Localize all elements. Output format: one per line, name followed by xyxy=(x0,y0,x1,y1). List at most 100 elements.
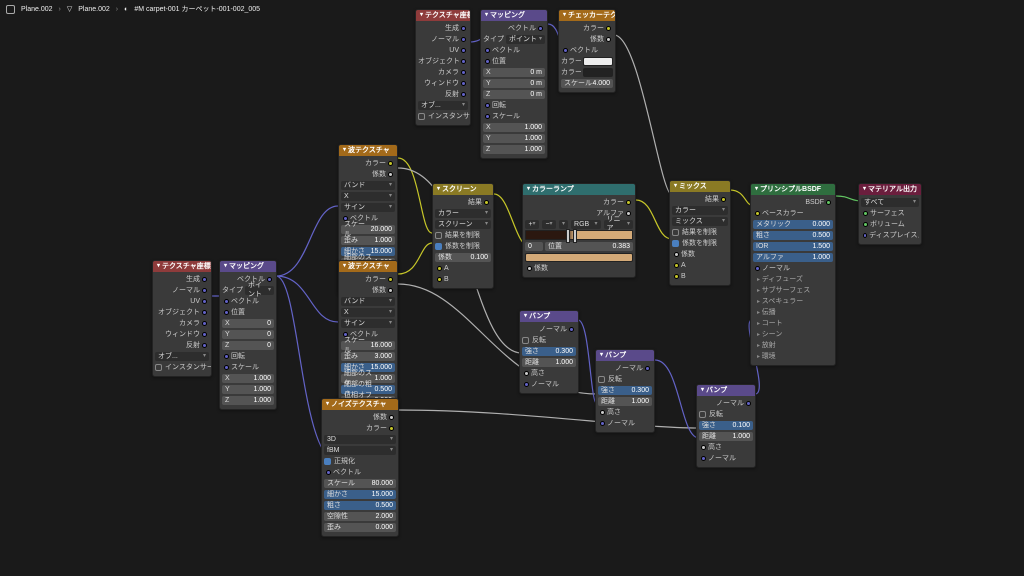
out-normal[interactable]: ノーマル xyxy=(716,398,744,408)
node-header[interactable]: カラーランプ xyxy=(523,184,635,195)
node-header[interactable]: チェッカーテクスチャ xyxy=(559,10,615,21)
ramp-pos[interactable]: 位置0.383 xyxy=(545,242,633,251)
out-color[interactable]: カラー xyxy=(603,197,624,207)
node-header[interactable]: テクスチャ座標 xyxy=(416,10,470,21)
checker-scale[interactable]: スケール4.000 xyxy=(561,79,613,88)
out-color[interactable]: カラー xyxy=(366,423,387,433)
mapping-type[interactable]: ポイント xyxy=(506,35,545,44)
out-camera[interactable]: カメラ xyxy=(179,318,200,328)
fold-emission[interactable]: 放射 xyxy=(753,340,833,350)
scale-x[interactable]: X1.000 xyxy=(483,123,545,132)
loc-y[interactable]: Y0 m xyxy=(483,79,545,88)
out-reflection[interactable]: 反射 xyxy=(445,89,459,99)
node-header[interactable]: 波テクスチャ xyxy=(339,261,397,272)
node-wave-2[interactable]: 波テクスチャ カラー 係数 バンド X サイン ベクトル スケール16.000 … xyxy=(338,260,398,410)
mix-factor[interactable]: 係数0.100 xyxy=(435,253,491,262)
wave-type[interactable]: バンド xyxy=(341,297,395,306)
node-bump-1[interactable]: バンプ ノーマル 反転 強さ0.300 距離1.000 高さ ノーマル xyxy=(519,310,579,394)
node-header[interactable]: プリンシプルBSDF xyxy=(751,184,835,195)
out-color[interactable]: カラー xyxy=(365,158,386,168)
node-header[interactable]: バンプ xyxy=(596,350,654,361)
node-header[interactable]: 波テクスチャ xyxy=(339,145,397,156)
bump-distance[interactable]: 距離1.000 xyxy=(598,397,652,406)
clamp-factor[interactable]: 係数を制限 xyxy=(672,238,717,248)
noise-type[interactable]: fBM xyxy=(324,446,396,455)
in-normal[interactable]: ノーマル xyxy=(708,453,736,463)
bsdf-ior[interactable]: IOR1.500 xyxy=(753,242,833,251)
ramp-color-swatch[interactable] xyxy=(525,253,633,262)
in-a[interactable]: A xyxy=(444,265,449,272)
in-vector[interactable]: ベクトル xyxy=(492,45,520,55)
from-instancer-check[interactable]: インスタンサーから xyxy=(418,111,471,121)
out-normal[interactable]: ノーマル xyxy=(539,324,567,334)
bump-strength[interactable]: 強さ0.300 xyxy=(522,347,576,356)
in-normal[interactable]: ノーマル xyxy=(607,418,635,428)
bump-distance[interactable]: 距離1.000 xyxy=(699,432,753,441)
out-window[interactable]: ウィンドウ xyxy=(424,78,459,88)
noise-rough[interactable]: 粗さ0.500 xyxy=(324,501,396,510)
out-vector[interactable]: ベクトル xyxy=(508,23,536,33)
output-target[interactable]: すべて xyxy=(861,198,919,207)
ramp-interp[interactable]: リニア xyxy=(604,220,634,229)
ramp-menu[interactable] xyxy=(559,220,568,229)
fold-diffuse[interactable]: ディフューズ xyxy=(753,274,833,284)
bump-strength[interactable]: 強さ0.300 xyxy=(598,386,652,395)
color2-swatch[interactable] xyxy=(583,68,613,77)
clamp-factor[interactable]: 係数を制限 xyxy=(435,241,480,251)
node-mix[interactable]: ミックス 結果 カラー ミックス 結果を制限 係数を制限 係数 A B xyxy=(669,180,731,286)
out-uv[interactable]: UV xyxy=(190,298,200,305)
node-header[interactable]: マッピング xyxy=(481,10,547,21)
mix-datatype[interactable]: カラー xyxy=(435,209,491,218)
node-header[interactable]: バンプ xyxy=(697,385,755,396)
loc-y[interactable]: Y0 xyxy=(222,330,274,339)
wave-profile[interactable]: サイン xyxy=(341,319,395,328)
out-window[interactable]: ウィンドウ xyxy=(165,329,200,339)
color1-swatch[interactable] xyxy=(583,57,613,66)
blend-mode[interactable]: スクリーン xyxy=(435,220,491,229)
bump-invert[interactable]: 反転 xyxy=(522,335,546,345)
out-bsdf[interactable]: BSDF xyxy=(805,199,824,206)
out-fac[interactable]: 係数 xyxy=(372,169,386,179)
in-basecolor[interactable]: ベースカラー xyxy=(762,208,804,218)
wave-profile[interactable]: サイン xyxy=(341,203,395,212)
node-checker[interactable]: チェッカーテクスチャ カラー 係数 ベクトル カラー1 カラー2 スケール4.0… xyxy=(558,9,616,93)
scale-y[interactable]: Y1.000 xyxy=(222,385,274,394)
wave-scale[interactable]: スケール20.000 xyxy=(341,225,395,234)
node-screen-mix[interactable]: スクリーン 結果 カラー スクリーン 結果を制限 係数を制限 係数0.100 A… xyxy=(432,183,494,289)
in-height[interactable]: 高さ xyxy=(708,442,722,452)
bump-strength[interactable]: 強さ0.100 xyxy=(699,421,753,430)
node-header[interactable]: バンプ xyxy=(520,311,578,322)
in-vector[interactable]: ベクトル xyxy=(333,467,361,477)
loc-x[interactable]: X0 m xyxy=(483,68,545,77)
noise-lacunarity[interactable]: 空隙性2.000 xyxy=(324,512,396,521)
fold-thin[interactable]: 環境 xyxy=(753,351,833,361)
out-result[interactable]: 結果 xyxy=(468,197,482,207)
fold-sheen[interactable]: シーン xyxy=(753,329,833,339)
loc-z[interactable]: Z0 xyxy=(222,341,274,350)
node-header[interactable]: ミックス xyxy=(670,181,730,192)
out-reflection[interactable]: 反射 xyxy=(186,340,200,350)
node-header[interactable]: テクスチャ座標 xyxy=(153,261,211,272)
fold-subsurface[interactable]: サブサーフェス xyxy=(753,285,833,295)
color-ramp-gradient[interactable] xyxy=(525,230,633,240)
crumb-material[interactable]: #M carpet-001 カーペット-001-002_005 xyxy=(134,4,260,14)
loc-x[interactable]: X0 xyxy=(222,319,274,328)
fold-specular[interactable]: スペキュラー xyxy=(753,296,833,306)
in-height[interactable]: 高さ xyxy=(607,407,621,417)
noise-normalize[interactable]: 正規化 xyxy=(324,456,355,466)
in-surface[interactable]: サーフェス xyxy=(870,208,905,218)
node-texcoord-left[interactable]: テクスチャ座標 生成 ノーマル UV オブジェクト カメラ ウィンドウ 反射 オ… xyxy=(152,260,212,377)
out-generated[interactable]: 生成 xyxy=(186,274,200,284)
bsdf-alpha[interactable]: アルファ1.000 xyxy=(753,253,833,262)
out-generated[interactable]: 生成 xyxy=(445,23,459,33)
fold-coat[interactable]: コート xyxy=(753,318,833,328)
node-mapping-left[interactable]: マッピング ベクトル タイプポイント ベクトル 位置 X0 Y0 Z0 回転 ス… xyxy=(219,260,277,410)
bsdf-roughness[interactable]: 粗さ0.500 xyxy=(753,231,833,240)
node-material-output[interactable]: マテリアル出力 すべて サーフェス ボリューム ディスプレイスメント xyxy=(858,183,922,245)
out-object[interactable]: オブジェクト xyxy=(418,56,459,66)
out-camera[interactable]: カメラ xyxy=(438,67,459,77)
crumb-object[interactable]: Plane.002 xyxy=(21,6,53,13)
node-colorramp[interactable]: カラーランプ カラー アルファ + − RGB リニア 0 位置0.383 係数 xyxy=(522,183,636,278)
in-b[interactable]: B xyxy=(444,276,449,283)
in-b[interactable]: B xyxy=(681,273,686,280)
